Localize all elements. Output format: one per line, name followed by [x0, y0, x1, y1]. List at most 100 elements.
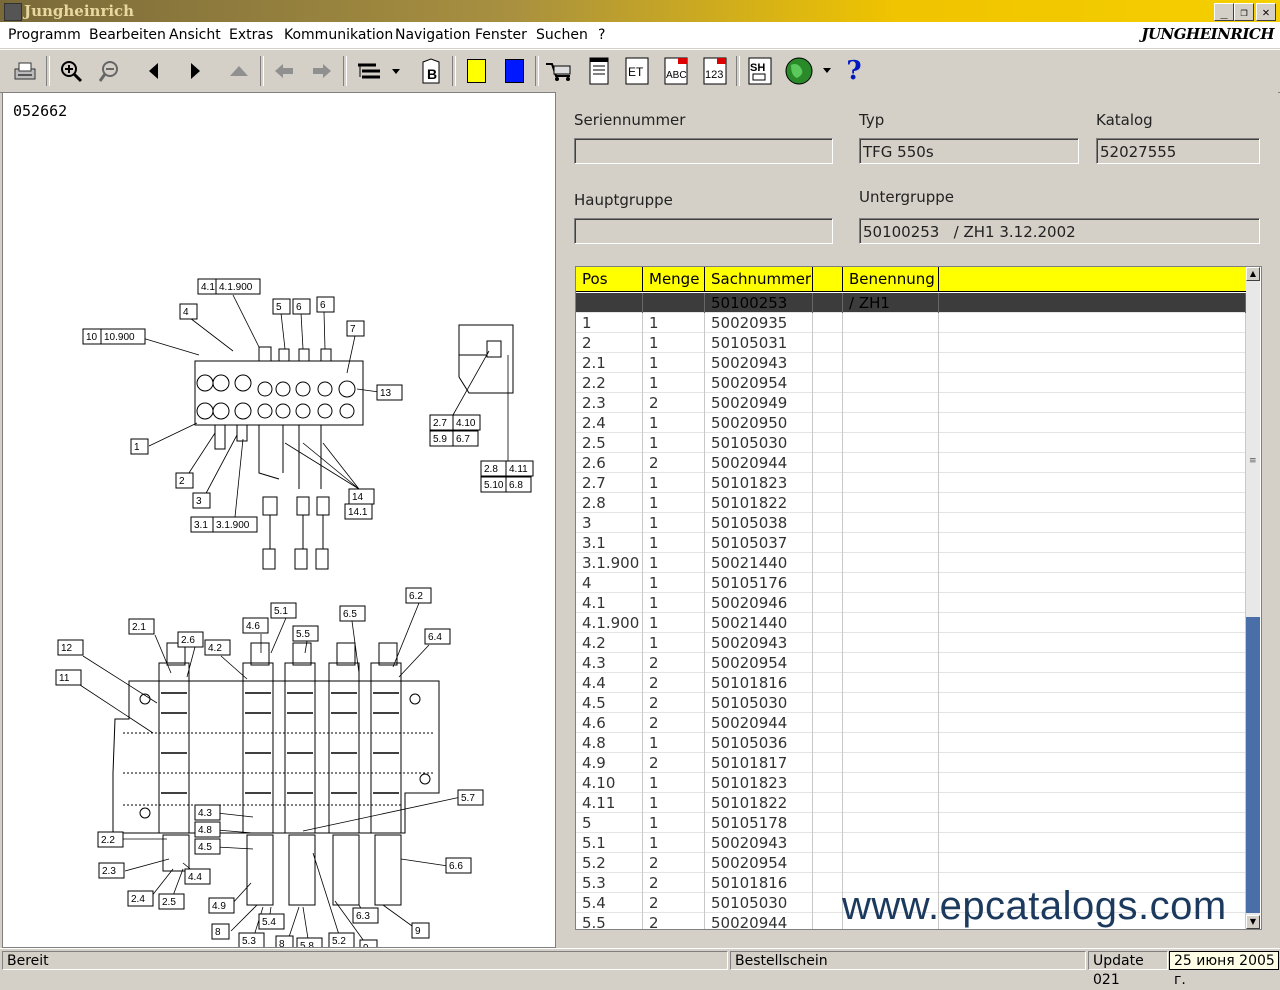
callout-4-6[interactable]: 4.6: [242, 617, 269, 634]
123-icon[interactable]: 123: [700, 56, 730, 86]
callout-4[interactable]: 4: [179, 303, 198, 320]
callout-4-9[interactable]: 4.9: [208, 897, 235, 914]
callout-4-4[interactable]: 4.4: [184, 868, 211, 885]
table-row[interactable]: 4.5 2 50105030: [576, 693, 1246, 713]
table-row[interactable]: 4.1.900 1 50021440: [576, 613, 1246, 633]
menu-programm[interactable]: Programm: [8, 27, 81, 43]
callout-5-9[interactable]: 5.9: [429, 430, 456, 447]
header-pos[interactable]: Pos: [576, 267, 643, 291]
up-icon[interactable]: [224, 56, 254, 86]
table-row[interactable]: 3 1 50105038: [576, 513, 1246, 533]
minimize-button[interactable]: _: [1214, 3, 1234, 21]
callout-11[interactable]: 11: [55, 669, 82, 686]
close-button[interactable]: ✕: [1256, 3, 1276, 21]
callout-2-1[interactable]: 2.1: [128, 618, 155, 635]
table-row[interactable]: 2.5 1 50105030: [576, 433, 1246, 453]
callout-4-3[interactable]: 4.3: [194, 804, 221, 821]
table-row[interactable]: 5 1 50105178: [576, 813, 1246, 833]
scroll-up-icon[interactable]: ▲: [1246, 267, 1260, 281]
callout-2-4[interactable]: 2.4: [127, 890, 154, 907]
zoom-out-icon[interactable]: [95, 56, 125, 86]
callout-2-6[interactable]: 2.6: [177, 631, 204, 648]
callout-6[interactable]: 6: [292, 298, 311, 315]
menu-fenster[interactable]: Fenster: [475, 27, 527, 43]
callout-2[interactable]: 2: [175, 472, 194, 489]
callout-9[interactable]: 9: [411, 922, 430, 939]
callout-6-2[interactable]: 6.2: [405, 587, 432, 604]
serial-field[interactable]: [574, 138, 833, 164]
table-row[interactable]: 2.4 1 50020950: [576, 413, 1246, 433]
callout-10-900[interactable]: 10.900: [100, 328, 146, 345]
callout-4-1-900[interactable]: 4.1.900: [215, 278, 261, 295]
back-arrow-icon[interactable]: [269, 56, 299, 86]
menu-extras[interactable]: Extras: [229, 27, 273, 43]
callout-5-2[interactable]: 5.2: [328, 932, 355, 947]
sheet-icon[interactable]: [584, 56, 614, 86]
table-row[interactable]: 3.1 1 50105037: [576, 533, 1246, 553]
callout-5-3[interactable]: 5.3: [238, 932, 265, 947]
callout-2-7[interactable]: 2.7: [429, 414, 456, 431]
header-sachnummer[interactable]: Sachnummer: [705, 267, 813, 291]
callout-5-10[interactable]: 5.10: [480, 476, 509, 493]
table-row[interactable]: 5.1 1 50020943: [576, 833, 1246, 853]
table-row[interactable]: 4.6 2 50020944: [576, 713, 1246, 733]
callout-4-11[interactable]: 4.11: [505, 460, 534, 477]
zoom-in-icon[interactable]: [56, 56, 86, 86]
table-row[interactable]: 4.10 1 50101823: [576, 773, 1246, 793]
callout-5-7[interactable]: 5.7: [457, 789, 484, 806]
catalog-field[interactable]: 52027555: [1096, 138, 1260, 164]
table-row[interactable]: 4.9 2 50101817: [576, 753, 1246, 773]
callout-2-5[interactable]: 2.5: [158, 893, 185, 910]
parts-table[interactable]: Pos Menge Sachnummer Benennung 50100253 /…: [575, 266, 1262, 930]
print-icon[interactable]: [10, 56, 40, 86]
callout-4-10[interactable]: 4.10: [452, 414, 481, 431]
next-icon[interactable]: [180, 56, 210, 86]
scroll-thumb[interactable]: [1246, 617, 1260, 913]
callout-8[interactable]: 8: [211, 923, 230, 940]
callout-7[interactable]: 7: [346, 320, 365, 337]
table-row[interactable]: 2.1 1 50020943: [576, 353, 1246, 373]
et-icon[interactable]: ET: [622, 56, 652, 86]
callout-5-5[interactable]: 5.5: [292, 625, 319, 642]
table-row[interactable]: 2.3 2 50020949: [576, 393, 1246, 413]
callout-13[interactable]: 13: [376, 384, 403, 401]
table-row[interactable]: 2 1 50105031: [576, 333, 1246, 353]
callout-8[interactable]: 8: [275, 935, 294, 947]
menu-ansicht[interactable]: Ansicht: [169, 27, 221, 43]
globe-icon[interactable]: [782, 56, 834, 86]
callout-6-7[interactable]: 6.7: [452, 430, 479, 447]
table-row[interactable]: 4.1 1 50020946: [576, 593, 1246, 613]
callout-3[interactable]: 3: [192, 492, 211, 509]
table-row[interactable]: 4.11 1 50101822: [576, 793, 1246, 813]
table-row[interactable]: 2.7 1 50101823: [576, 473, 1246, 493]
abc-icon[interactable]: ABC: [661, 56, 691, 86]
header-blank[interactable]: [813, 267, 843, 291]
menu-kommunikation[interactable]: Kommunikation: [284, 27, 393, 43]
bookmark-icon[interactable]: B: [416, 56, 446, 86]
type-field[interactable]: TFG 550s: [859, 138, 1079, 164]
callout-3-1-900[interactable]: 3.1.900: [212, 516, 258, 533]
callout-14-1[interactable]: 14.1: [344, 503, 373, 520]
tree-view-icon[interactable]: [352, 56, 402, 86]
menu-help[interactable]: ?: [598, 27, 605, 43]
callout-14[interactable]: 14: [348, 488, 375, 505]
menu-navigation[interactable]: Navigation: [395, 27, 471, 43]
table-row[interactable]: 2.6 2 50020944: [576, 453, 1246, 473]
help-icon[interactable]: ?: [839, 56, 869, 86]
table-row[interactable]: 1 1 50020935: [576, 313, 1246, 333]
callout-5-4[interactable]: 5.4: [258, 913, 285, 930]
main-group-field[interactable]: [574, 218, 833, 244]
callout-4-2[interactable]: 4.2: [204, 639, 231, 656]
menu-suchen[interactable]: Suchen: [536, 27, 588, 43]
forward-arrow-icon[interactable]: [307, 56, 337, 86]
callout-2-2[interactable]: 2.2: [97, 831, 124, 848]
callout-5[interactable]: 5: [272, 298, 291, 315]
scroll-down-icon[interactable]: ▼: [1246, 915, 1260, 929]
header-benennung[interactable]: Benennung: [843, 267, 939, 291]
callout-5-8[interactable]: 5.8: [296, 937, 323, 947]
table-row[interactable]: 4.4 2 50101816: [576, 673, 1246, 693]
sub-group-field[interactable]: 50100253 / ZH1 3.12.2002: [859, 218, 1260, 244]
table-row[interactable]: 4.8 1 50105036: [576, 733, 1246, 753]
callout-6-5[interactable]: 6.5: [339, 605, 366, 622]
callout-6-3[interactable]: 6.3: [352, 907, 379, 924]
